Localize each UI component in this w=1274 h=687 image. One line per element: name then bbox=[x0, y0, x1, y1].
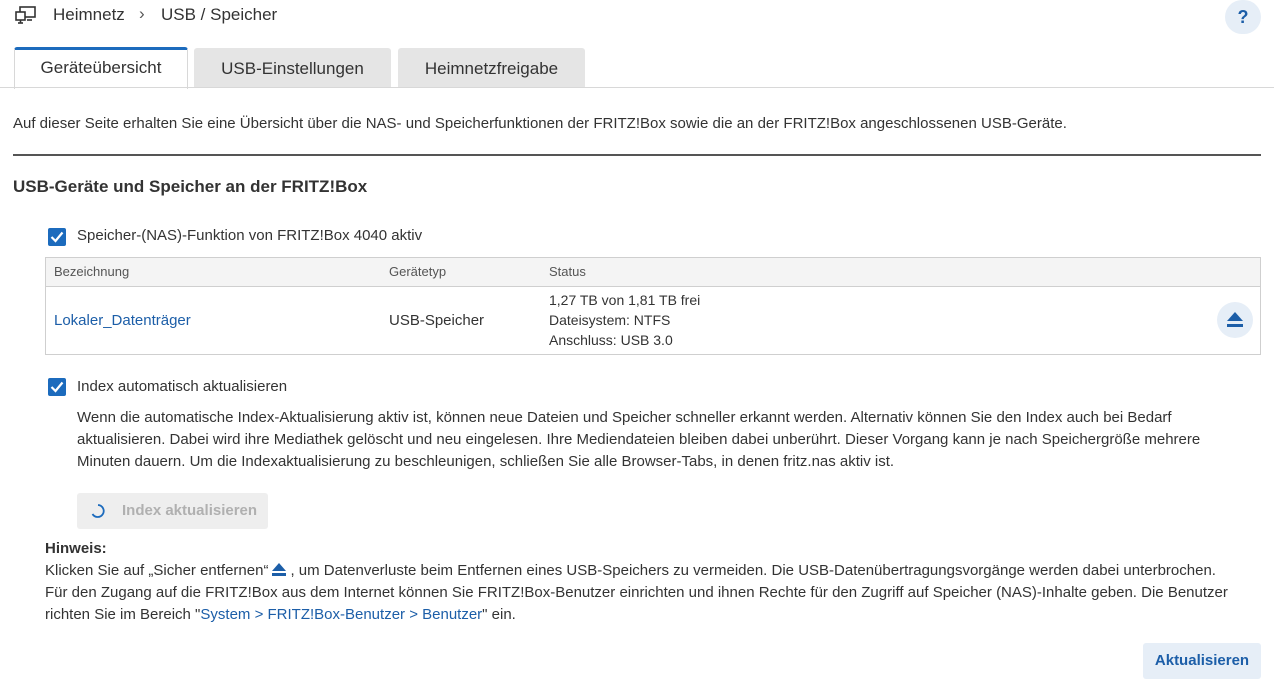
hint-text-1b: , um Datenverluste beim Entfernen eines … bbox=[290, 562, 1216, 579]
device-status-filesystem: Dateisystem: NTFS bbox=[549, 312, 671, 328]
table-header: Bezeichnung Gerätetyp Status bbox=[46, 258, 1260, 287]
breadcrumb-current: USB / Speicher bbox=[161, 5, 278, 24]
checkmark-icon bbox=[50, 381, 64, 393]
tab-usb-settings[interactable]: USB-Einstellungen bbox=[194, 48, 391, 88]
safely-remove-button[interactable] bbox=[1217, 302, 1253, 338]
device-name-link[interactable]: Lokaler_Datenträger bbox=[54, 312, 191, 329]
home-network-icon[interactable] bbox=[14, 6, 38, 26]
nas-function-checkbox[interactable] bbox=[48, 228, 66, 246]
loading-spinner-icon bbox=[91, 504, 105, 518]
column-header-type: Gerätetyp bbox=[389, 264, 447, 279]
intro-text: Auf dieser Seite erhalten Sie eine Übers… bbox=[13, 115, 1067, 132]
auto-index-label[interactable]: Index automatisch aktualisieren bbox=[77, 378, 287, 395]
update-index-label: Index aktualisieren bbox=[122, 502, 258, 519]
eject-icon bbox=[1227, 312, 1243, 327]
column-header-status: Status bbox=[549, 264, 586, 279]
auto-index-checkbox[interactable] bbox=[48, 378, 66, 396]
eject-icon bbox=[270, 562, 288, 577]
section-title: USB-Geräte und Speicher an der FRITZ!Box bbox=[13, 177, 368, 196]
column-header-name: Bezeichnung bbox=[54, 264, 130, 279]
breadcrumb-separator: › bbox=[139, 4, 145, 23]
refresh-button[interactable]: Aktualisieren bbox=[1143, 643, 1261, 679]
hint-box: Hinweis: Klicken Sie auf „Sicher entfern… bbox=[45, 538, 1260, 626]
hint-title: Hinweis: bbox=[45, 540, 107, 557]
usb-device-table: Bezeichnung Gerätetyp Status Lokaler_Dat… bbox=[45, 257, 1261, 355]
checkmark-icon bbox=[50, 231, 64, 243]
section-divider bbox=[13, 154, 1261, 156]
nas-function-label[interactable]: Speicher-(NAS)-Funktion von FRITZ!Box 40… bbox=[77, 227, 422, 244]
users-settings-link[interactable]: System > FRITZ!Box-Benutzer > Benutzer bbox=[200, 606, 482, 623]
index-description: Wenn die automatische Index-Aktualisieru… bbox=[77, 409, 1201, 470]
hint-text-1a: Klicken Sie auf „Sicher entfernen“ bbox=[45, 562, 269, 579]
hint-text-2b: " ein. bbox=[482, 606, 516, 623]
help-button[interactable]: ? bbox=[1225, 0, 1261, 34]
tab-home-network-share[interactable]: Heimnetzfreigabe bbox=[398, 48, 585, 88]
device-type: USB-Speicher bbox=[389, 312, 485, 329]
device-status-port: Anschluss: USB 3.0 bbox=[549, 332, 673, 348]
device-status-free: 1,27 TB von 1,81 TB frei bbox=[549, 292, 701, 308]
update-index-button[interactable]: Index aktualisieren bbox=[77, 493, 268, 529]
tab-bar: Geräteübersicht USB-Einstellungen Heimne… bbox=[0, 47, 1274, 89]
tab-divider bbox=[0, 87, 1274, 88]
header-bar: Heimnetz › USB / Speicher ? bbox=[0, 0, 1274, 34]
tab-device-overview[interactable]: Geräteübersicht bbox=[14, 47, 188, 89]
breadcrumb-home[interactable]: Heimnetz bbox=[53, 5, 125, 25]
